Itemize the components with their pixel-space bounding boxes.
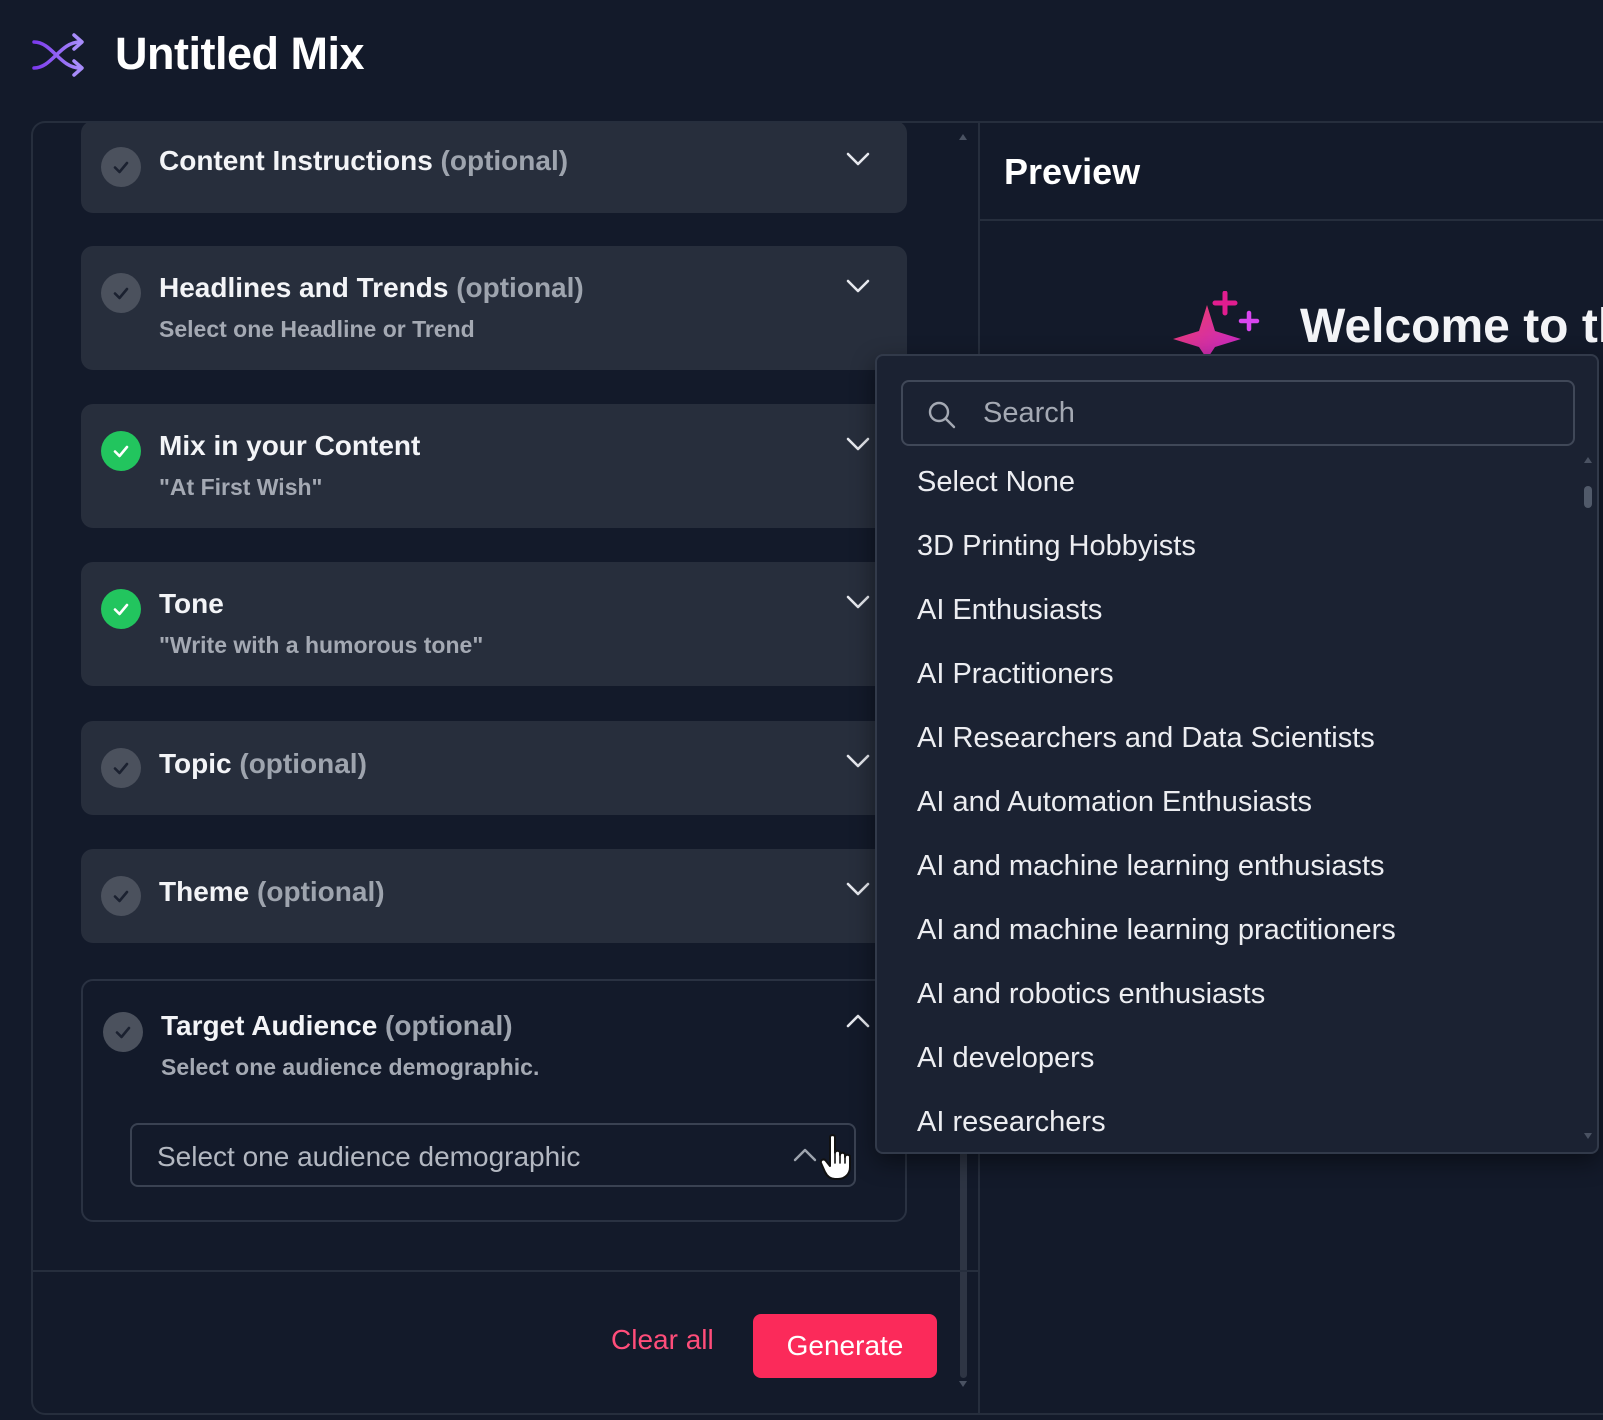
chevron-down-icon[interactable] (845, 278, 871, 294)
section-subtitle: Select one Headline or Trend (159, 316, 475, 342)
section-title: Topic (optional) (159, 748, 367, 779)
check-icon (101, 273, 141, 313)
search-box[interactable] (901, 380, 1575, 446)
section-subtitle: "At First Wish" (159, 474, 323, 500)
scroll-down-arrow-icon[interactable] (1583, 1132, 1593, 1140)
section-title: Headlines and Trends (optional) (159, 272, 584, 303)
section-mix-content[interactable]: Mix in your Content "At First Wish" (81, 404, 907, 528)
page-title: Untitled Mix (115, 28, 365, 79)
list-item[interactable]: AI Researchers and Data Scientists (917, 722, 1375, 772)
section-title: Target Audience (optional) (161, 1010, 513, 1041)
check-icon (101, 748, 141, 788)
welcome-heading: Welcome to th (1300, 300, 1603, 353)
section-title: Content Instructions (optional) (159, 145, 569, 176)
app-header: Untitled Mix (0, 0, 1603, 120)
section-content-instructions[interactable]: Content Instructions (optional) (81, 123, 907, 213)
check-icon (103, 1012, 143, 1052)
list-item[interactable]: AI developers (917, 1042, 1094, 1092)
section-title: Tone (159, 588, 224, 619)
audience-select[interactable]: Select one audience demographic (130, 1123, 856, 1187)
generate-button[interactable]: Generate (753, 1314, 937, 1378)
section-title: Mix in your Content (159, 430, 421, 461)
list-item[interactable]: AI and Automation Enthusiasts (917, 786, 1312, 836)
audience-select-placeholder: Select one audience demographic (157, 1141, 581, 1172)
chevron-down-icon[interactable] (845, 753, 871, 769)
chevron-down-icon[interactable] (845, 881, 871, 897)
list-item[interactable]: AI and machine learning enthusiasts (917, 850, 1385, 900)
hand-cursor-icon (820, 1134, 851, 1180)
list-item[interactable]: AI and robotics enthusiasts (917, 978, 1265, 1028)
scroll-up-arrow-icon[interactable] (1583, 456, 1593, 464)
check-icon (101, 876, 141, 916)
preview-title: Preview (1004, 151, 1141, 192)
list-item[interactable]: 3D Printing Hobbyists (917, 530, 1196, 580)
chevron-down-icon[interactable] (845, 151, 871, 167)
section-subtitle: Select one audience demographic. (161, 1054, 540, 1080)
section-topic[interactable]: Topic (optional) (81, 721, 907, 815)
preview-header: Preview (980, 123, 1603, 221)
chevron-up-icon[interactable] (845, 1013, 871, 1029)
chevron-down-icon[interactable] (845, 436, 871, 452)
list-item[interactable]: AI and machine learning practitioners (917, 914, 1396, 964)
section-subtitle: "Write with a humorous tone" (159, 632, 484, 658)
list-item[interactable]: AI Practitioners (917, 658, 1114, 708)
dropdown-scrollbar[interactable] (1581, 456, 1595, 1146)
shuffle-icon (32, 33, 84, 77)
section-tone[interactable]: Tone "Write with a humorous tone" (81, 562, 907, 686)
section-title: Theme (optional) (159, 876, 385, 907)
check-icon (101, 431, 141, 471)
panel-footer: Clear all Generate (33, 1270, 978, 1413)
dropdown-scrollbar-thumb[interactable] (1584, 486, 1592, 508)
audience-dropdown: Select None 3D Printing Hobbyists AI Ent… (875, 354, 1599, 1154)
section-theme[interactable]: Theme (optional) (81, 849, 907, 943)
section-headlines-trends[interactable]: Headlines and Trends (optional) Select o… (81, 246, 907, 370)
search-input[interactable] (983, 390, 1553, 436)
scroll-up-arrow-icon[interactable] (958, 133, 968, 141)
option-select-none[interactable]: Select None (917, 466, 1075, 516)
list-item[interactable]: AI Enthusiasts (917, 594, 1102, 644)
mix-settings-panel: Content Instructions (optional) Headline… (31, 121, 978, 1415)
list-item[interactable]: AI researchers (917, 1106, 1106, 1152)
chevron-up-icon (793, 1148, 817, 1162)
check-icon (101, 147, 141, 187)
chevron-down-icon[interactable] (845, 594, 871, 610)
check-icon (101, 589, 141, 629)
search-icon (928, 401, 956, 429)
sparkle-icon (1173, 291, 1260, 359)
clear-all-button[interactable]: Clear all (611, 1324, 714, 1356)
